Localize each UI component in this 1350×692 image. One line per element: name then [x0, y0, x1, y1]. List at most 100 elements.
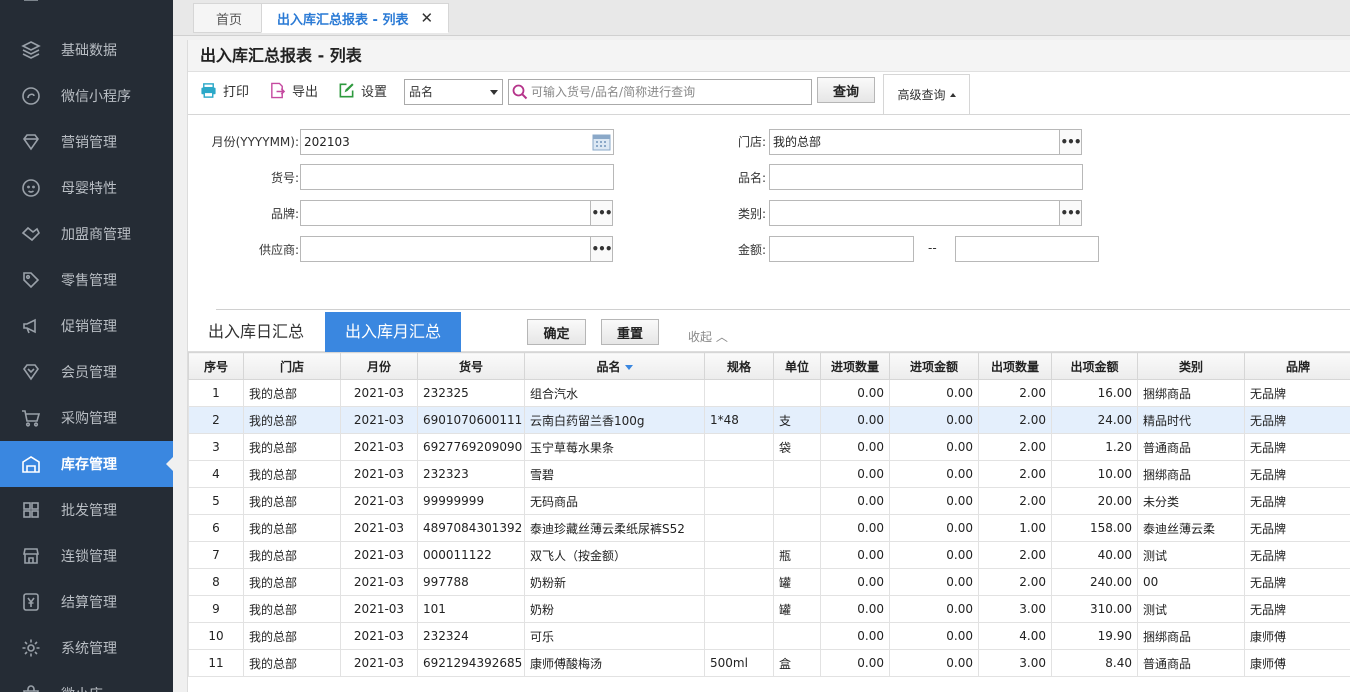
table-cell: 0.00 — [889, 379, 979, 407]
page-title: 出入库汇总报表 - 列表 — [188, 40, 1350, 72]
table-row[interactable]: 7 我的总部 2021-03 000011122 双飞人（按金额）瓶 0.00 0.00 2.… — [188, 541, 1350, 569]
table-row[interactable]: 10 我的总部 2021-03 232324 可乐 0.00 0.00 4.00 19.90 捆绑… — [188, 622, 1350, 650]
print-button[interactable]: 打印 — [200, 81, 249, 100]
sidebar-item-5[interactable]: 加盟商管理 — [0, 211, 173, 257]
more-icon: ••• — [1060, 135, 1081, 149]
settings-button[interactable]: 设置 — [338, 81, 387, 100]
code-field[interactable] — [300, 164, 614, 190]
table-cell: 2021-03 — [340, 622, 418, 650]
table-row[interactable]: 9 我的总部 2021-03 101 奶粉罐 0.00 0.00 3.00 310.00 测试 无品… — [188, 595, 1350, 623]
query-button[interactable]: 查询 — [817, 77, 875, 103]
sidebar-item-label: 加盟商管理 — [61, 227, 131, 243]
sidebar-item-label: 零售管理 — [61, 273, 117, 289]
table-cell: 普通商品 — [1137, 433, 1245, 461]
name-label: 品名: — [737, 171, 766, 185]
sidebar-item-4[interactable]: 母婴特性 — [0, 165, 173, 211]
category-picker-button[interactable]: ••• — [1059, 200, 1082, 226]
table-cell: 2.00 — [978, 541, 1052, 569]
table-row[interactable]: 6 我的总部 2021-03 4897084301392 泰迪珍藏丝薄云柔纸尿裤S52 0… — [188, 514, 1350, 542]
amount-from-field[interactable] — [769, 236, 914, 262]
sidebar-item-13[interactable]: 结算管理 — [0, 579, 173, 625]
column-header[interactable]: 出项数量 — [978, 352, 1052, 380]
table-cell: 泰迪珍藏丝薄云柔纸尿裤S52 — [524, 514, 705, 542]
column-header[interactable]: 类别 — [1137, 352, 1245, 380]
table-cell: 无品牌 — [1244, 406, 1350, 434]
category-field[interactable] — [769, 200, 1060, 226]
column-header[interactable]: 品牌 — [1244, 352, 1350, 380]
column-header[interactable]: 货号 — [417, 352, 525, 380]
sidebar-item-label: 母婴特性 — [61, 181, 117, 197]
sidebar-item-15[interactable]: 微小店 — [0, 671, 173, 692]
sidebar-item-6[interactable]: 零售管理 — [0, 257, 173, 303]
table-row[interactable]: 5 我的总部 2021-03 99999999 无码商品 0.00 0.00 2.00 20.0… — [188, 487, 1350, 515]
amount-label: 金额: — [737, 243, 766, 257]
sidebar-item-7[interactable]: 促销管理 — [0, 303, 173, 349]
report-table-wrap: 序号 门店 月份 货号 品名 规格 单位 进项数量 进项金额 出项数量 出项金额 类别 品牌 1 我的总部… — [188, 352, 1350, 692]
store-picker-button[interactable]: ••• — [1059, 129, 1082, 155]
search-field-select[interactable]: 品名 — [404, 79, 503, 105]
sidebar-item-label: 采购管理 — [61, 411, 117, 427]
sidebar-item-9[interactable]: 采购管理 — [0, 395, 173, 441]
tab-home[interactable]: 首页 — [193, 3, 265, 33]
sidebar-item-0[interactable] — [0, 0, 173, 19]
brand-field[interactable] — [300, 200, 591, 226]
column-header[interactable]: 品名 — [524, 352, 705, 380]
close-icon[interactable]: ✕ — [420, 9, 433, 27]
column-header[interactable]: 进项数量 — [820, 352, 890, 380]
sidebar-item-10[interactable]: 库存管理 — [0, 441, 173, 487]
column-header[interactable]: 规格 — [704, 352, 774, 380]
table-cell — [704, 595, 774, 623]
boxes-icon — [20, 499, 42, 521]
table-cell: 0.00 — [820, 379, 890, 407]
sidebar-item-1[interactable]: 基础数据 — [0, 27, 173, 73]
tab-daily-summary[interactable]: 出入库日汇总 — [188, 312, 324, 352]
sidebar-item-12[interactable]: 连锁管理 — [0, 533, 173, 579]
table-row[interactable]: 4 我的总部 2021-03 232323 雪碧 0.00 0.00 2.00 10.00 捆绑商… — [188, 460, 1350, 488]
column-header[interactable]: 单位 — [773, 352, 821, 380]
table-cell: 双飞人（按金额） — [524, 541, 705, 569]
supplier-picker-button[interactable]: ••• — [590, 236, 613, 262]
table-row[interactable]: 3 我的总部 2021-03 6927769209090 玉宁草莓水果条袋 0.00 0.0… — [188, 433, 1350, 461]
column-header[interactable]: 月份 — [340, 352, 418, 380]
tag-icon — [20, 269, 42, 291]
table-row[interactable]: 11 我的总部 2021-03 6921294392685 康师傅酸梅汤 500ml 盒 0.… — [188, 649, 1350, 677]
column-header[interactable]: 进项金额 — [889, 352, 979, 380]
table-row[interactable]: 1 我的总部 2021-03 232325 组合汽水 0.00 0.00 2.00 16.00 捆… — [188, 379, 1350, 407]
brand-picker-button[interactable]: ••• — [590, 200, 613, 226]
table-cell — [773, 379, 821, 407]
sort-desc-icon[interactable] — [624, 364, 633, 370]
calendar-icon[interactable] — [592, 133, 611, 151]
table-cell: 0.00 — [889, 460, 979, 488]
table-cell: 0.00 — [820, 406, 890, 434]
table-cell: 无品牌 — [1244, 460, 1350, 488]
amount-to-field[interactable] — [955, 236, 1099, 262]
sidebar-item-3[interactable]: 营销管理 — [0, 119, 173, 165]
table-cell: 雪碧 — [524, 460, 705, 488]
month-field[interactable]: 202103 — [300, 129, 614, 155]
advanced-query-button[interactable]: 高级查询 — [883, 74, 970, 115]
table-cell: 6901070600111 — [417, 406, 525, 434]
tab-report-list[interactable]: 出入库汇总报表 - 列表 ✕ — [261, 3, 450, 33]
tab-monthly-summary[interactable]: 出入库月汇总 — [325, 312, 462, 352]
name-field[interactable] — [769, 164, 1083, 190]
search-input[interactable] — [531, 85, 801, 99]
export-button[interactable]: 导出 — [269, 81, 318, 100]
column-header-label: 品牌 — [1285, 359, 1310, 374]
table-cell: 我的总部 — [243, 406, 341, 434]
table-cell: 测试 — [1137, 595, 1245, 623]
column-header[interactable]: 出项金额 — [1051, 352, 1138, 380]
sidebar-item-2[interactable]: 微信小程序 — [0, 73, 173, 119]
column-header[interactable]: 门店 — [243, 352, 341, 380]
table-row[interactable]: 2 我的总部 2021-03 6901070600111 云南白药留兰香100g 1*48… — [188, 406, 1350, 434]
sidebar-item-14[interactable]: 系统管理 — [0, 625, 173, 671]
gear-icon — [20, 637, 42, 659]
table-cell: 3.00 — [978, 595, 1052, 623]
sidebar-item-8[interactable]: 会员管理 — [0, 349, 173, 395]
supplier-field[interactable] — [300, 236, 591, 262]
table-cell: 2021-03 — [340, 406, 418, 434]
sidebar-item-11[interactable]: 批发管理 — [0, 487, 173, 533]
store-field[interactable]: 我的总部 — [769, 129, 1060, 155]
column-header[interactable]: 序号 — [188, 352, 244, 380]
table-row[interactable]: 8 我的总部 2021-03 997788 奶粉新罐 0.00 0.00 2.00 240.00… — [188, 568, 1350, 596]
table-cell: 2021-03 — [340, 487, 418, 515]
